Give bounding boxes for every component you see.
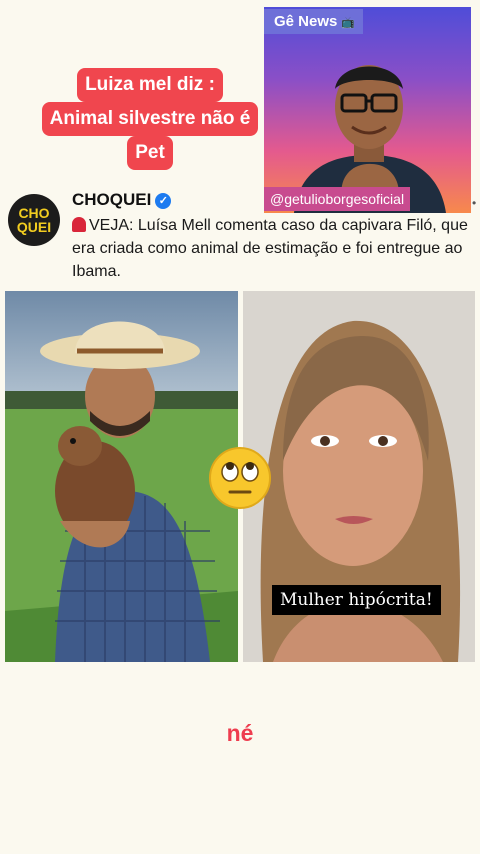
headline-line-2: Animal silvestre não é — [41, 102, 259, 136]
headline: Luiza mel diz : Animal silvestre não é P… — [22, 68, 278, 170]
avatar-text-bottom: QUEI — [16, 219, 52, 235]
subtitle-text: né — [226, 720, 254, 746]
presenter-handle: @getulioborgesoficial — [264, 187, 411, 211]
headline-line-3: Pet — [127, 136, 173, 170]
tv-icon: 📺 — [341, 17, 356, 29]
post-text: VEJA: Luísa Mell comenta caso da capivar… — [72, 214, 476, 283]
post-author[interactable]: CHOQUEI ✓ — [72, 190, 172, 210]
separator-dot: • — [472, 196, 477, 210]
channel-badge: Gê News 📺 — [264, 9, 364, 34]
avatar-text-top: CHO — [18, 205, 50, 221]
post-author-name: CHOQUEI — [72, 190, 152, 209]
verified-badge-icon: ✓ — [155, 193, 172, 209]
post-body: VEJA: Luísa Mell comenta caso da capivar… — [72, 217, 468, 280]
siren-icon — [72, 217, 86, 232]
photo-man-with-capybara — [5, 291, 238, 662]
avatar[interactable]: CHO QUEI — [8, 194, 60, 246]
headline-line-1: Luiza mel diz : — [77, 68, 223, 102]
presenter-video: Gê News 📺 @getulioborgesoficial — [264, 7, 471, 213]
video-caption: Mulher hipócrita! — [272, 585, 441, 615]
channel-badge-label: Gê News — [274, 13, 338, 30]
eye-roll-emoji-icon — [209, 447, 271, 509]
